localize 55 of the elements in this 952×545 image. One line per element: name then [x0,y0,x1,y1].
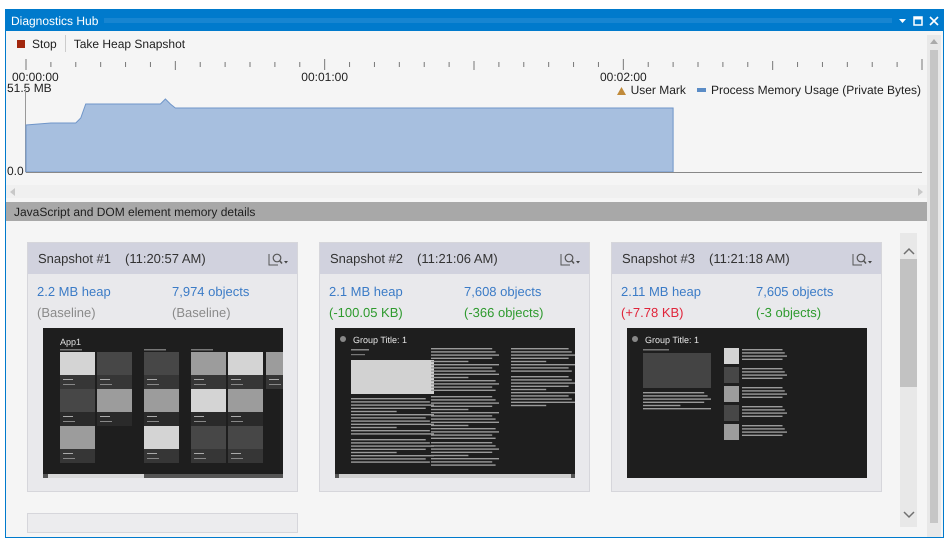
objects-delta: (Baseline) [172,305,232,320]
back-icon [632,336,638,342]
series-swatch [696,88,706,92]
time-label: 00:00:00 [12,70,59,84]
view-menu-button[interactable] [267,250,289,266]
axis-label: 0.0 [7,164,24,178]
group-title: Group Title: 1 [645,335,700,345]
heap-size-link[interactable]: 2.11 MB heap [621,284,756,299]
vertical-scrollbar[interactable] [927,35,941,537]
vertical-scrollbar[interactable] [900,233,917,527]
view-menu-button[interactable] [559,250,581,266]
magnifier-icon [268,253,283,265]
toolbar-button[interactable]: Take Heap Snapshot [68,34,190,54]
object-count-link[interactable]: 7,974 objects [172,284,297,299]
user-mark-icon [616,86,626,94]
object-count-link[interactable]: 7,605 objects [756,284,881,299]
legend-label: User Mark [630,83,686,97]
group-title: Group Title: 1 [353,335,408,345]
time-label: 00:01:00 [301,70,348,84]
heap-size-link[interactable]: 2.1 MB heap [329,284,464,299]
objects-delta: (-366 objects) [464,305,544,320]
snapshot-title: Snapshot #3 [622,251,696,266]
magnifier-icon [560,253,575,265]
objects-delta: (-3 objects) [756,305,822,320]
caret-icon [868,260,872,263]
scroll-thumb[interactable] [900,259,917,387]
axis-label: 51.5 MB [7,81,52,96]
snapshot-title: Snapshot #2 [330,251,404,266]
heap-delta: (+7.78 KB) [621,305,685,320]
stop-button[interactable]: Stop [12,34,62,54]
object-count-link[interactable]: 7,608 objects [464,284,589,299]
back-icon [340,336,346,342]
maximize-icon[interactable] [913,16,923,26]
snapshot-title: Snapshot #1 [38,251,112,266]
time-label: 00:02:00 [600,70,647,84]
snapshot-time: (11:20:57 AM) [125,251,207,266]
heap-delta: (-100.05 KB) [329,305,404,320]
magnifier-icon [852,253,867,265]
section-title: JavaScript and DOM element memory details [14,204,256,218]
stop-icon [17,40,25,48]
dropdown-icon[interactable] [898,16,907,25]
caret-icon [284,260,288,263]
scroll-up-icon[interactable] [902,247,914,255]
snapshot-time: (11:21:18 AM) [709,251,791,266]
scroll-down-icon[interactable] [902,511,914,519]
scroll-thumb[interactable] [930,50,938,523]
window-title: Diagnostics Hub [11,14,98,28]
snapshot-time: (11:21:06 AM) [417,251,499,266]
legend-label: Process Memory Usage (Private Bytes) [710,83,921,97]
caret-icon [576,260,580,263]
app-title: App1 [60,337,82,347]
heap-size-link[interactable]: 2.2 MB heap [37,284,172,299]
close-icon[interactable] [929,16,939,26]
view-menu-button[interactable] [851,250,873,266]
heap-delta: (Baseline) [37,305,97,320]
